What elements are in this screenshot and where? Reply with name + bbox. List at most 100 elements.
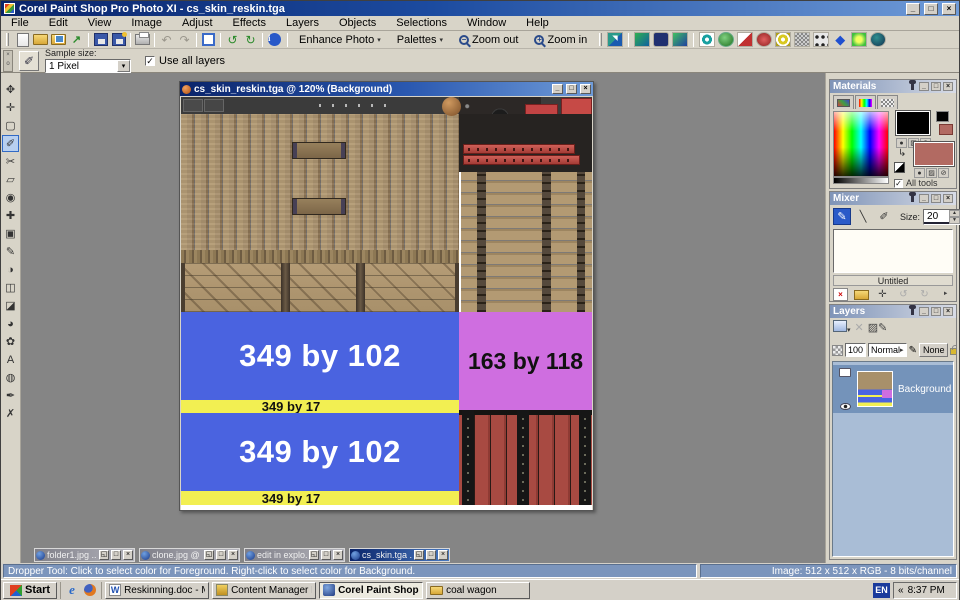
layer-thumbnail[interactable] [857, 371, 893, 407]
document-titlebar[interactable]: cs_skin_reskin.tga @ 120% (Background) _… [180, 82, 593, 96]
frame-button[interactable] [200, 32, 217, 48]
palette-minimize-button[interactable]: _ [919, 307, 929, 316]
mixer-undo-icon[interactable]: ↺ [896, 288, 911, 301]
pan-tool[interactable]: ✥ [2, 81, 19, 98]
move-tool[interactable]: ✛ [2, 99, 19, 116]
menu-selections[interactable]: Selections [386, 16, 457, 30]
minimized-window[interactable]: cs_skin.tga ...◱□× [349, 548, 450, 562]
minimized-window[interactable]: folder1.jpg ...◱□× [34, 548, 135, 562]
contrast-icon[interactable] [737, 32, 753, 47]
menu-file[interactable]: File [1, 16, 39, 30]
spinner-down-icon[interactable]: ▼ [949, 217, 960, 224]
app-titlebar[interactable]: Corel Paint Shop Pro Photo XI - cs_skin_… [1, 1, 959, 16]
target-icon[interactable] [775, 32, 791, 47]
doc-restore-button[interactable]: □ [566, 84, 577, 94]
maximize-button[interactable]: □ [321, 550, 331, 560]
mixer-new-page-icon[interactable]: × [833, 288, 848, 301]
mixer-dropper-tool[interactable]: ✐ [875, 208, 893, 225]
taskbar-task[interactable]: Content Manager Plus [212, 582, 316, 599]
foreground-mini-swatch[interactable] [936, 111, 949, 122]
toolbar-grip[interactable] [6, 33, 9, 46]
maximize-button[interactable]: □ [111, 550, 121, 560]
mixer-brush-tool[interactable]: ✎ [833, 208, 851, 225]
open-button[interactable] [32, 32, 49, 48]
palette-minimize-button[interactable]: _ [919, 194, 929, 203]
gem-icon[interactable]: ◆ [832, 32, 848, 47]
browse-button[interactable] [50, 32, 67, 48]
opacity-field[interactable]: 100 [845, 343, 866, 357]
start-button[interactable]: Start [3, 582, 57, 599]
language-indicator[interactable]: EN [873, 583, 890, 598]
info-button[interactable]: i [266, 32, 283, 48]
palette-close-button[interactable]: × [943, 82, 953, 91]
globe-icon[interactable] [718, 32, 734, 47]
layer-page-icon[interactable] [839, 368, 851, 377]
restore-button[interactable]: ◱ [204, 550, 214, 560]
restore-button[interactable]: □ [924, 3, 938, 15]
color-picker-rainbow[interactable] [833, 111, 889, 177]
menu-image[interactable]: Image [121, 16, 172, 30]
mixer-pan-icon[interactable]: ✛ [875, 288, 890, 301]
zoom-in-button[interactable]: + Zoom in [527, 32, 594, 48]
selection-tool[interactable]: ▢ [2, 117, 19, 134]
all-tools-checkbox[interactable] [894, 179, 903, 188]
use-all-layers-checkbox[interactable] [145, 56, 155, 66]
grayscale-ramp[interactable] [833, 177, 889, 184]
globe-dark-icon[interactable] [870, 32, 886, 47]
close-button[interactable]: × [438, 550, 448, 560]
dropper-tool[interactable]: ✐ [2, 135, 19, 152]
color-changer-tool[interactable]: ◑ [2, 261, 19, 278]
maximize-button[interactable]: □ [216, 550, 226, 560]
toolbar-grip[interactable] [599, 33, 602, 46]
palette-maximize-button[interactable]: □ [931, 194, 941, 203]
internet-explorer-icon[interactable]: e [65, 583, 79, 597]
doc-close-button[interactable]: × [580, 84, 591, 94]
restore-button[interactable]: ◱ [99, 550, 109, 560]
oil-brush-tool[interactable]: ✒ [2, 387, 19, 404]
art-eraser-tool[interactable]: ✗ [2, 405, 19, 422]
new-button[interactable] [14, 32, 31, 48]
save-button[interactable] [92, 32, 109, 48]
menu-effects[interactable]: Effects [223, 16, 276, 30]
scan-button[interactable]: ↗ [68, 32, 85, 48]
tab-rainbow[interactable] [855, 95, 876, 109]
tab-frame[interactable] [833, 95, 854, 109]
palette-minimize-button[interactable]: _ [919, 82, 929, 91]
palettes-button[interactable]: Palettes ▾ [390, 32, 450, 48]
spinner-up-icon[interactable]: ▲ [949, 210, 960, 217]
lips-icon[interactable] [756, 32, 772, 47]
minimized-window[interactable]: clone.jpg @ ...◱□× [139, 548, 240, 562]
pin-icon[interactable] [911, 308, 914, 315]
mixer-redo-icon[interactable]: ↻ [917, 288, 932, 301]
layers-list[interactable]: Background [832, 361, 954, 557]
rotate-left-button[interactable]: ↺ [224, 32, 241, 48]
pin-icon[interactable] [911, 83, 914, 90]
menu-help[interactable]: Help [516, 16, 559, 30]
dots-icon[interactable] [813, 32, 829, 47]
taskbar-task[interactable]: WReskinning.doc - Microso... [105, 582, 209, 599]
pick-tool[interactable]: ▱ [2, 171, 19, 188]
background-swatch[interactable] [914, 142, 954, 166]
restore-button[interactable]: ◱ [414, 550, 424, 560]
sample-size-select[interactable]: 1 Pixel ▾ [45, 59, 131, 73]
layer-row-background[interactable]: Background [833, 365, 953, 413]
doc-minimize-button[interactable]: _ [552, 84, 563, 94]
menu-layers[interactable]: Layers [276, 16, 329, 30]
tab-swatches[interactable] [877, 95, 898, 109]
transfer-arrow-icon[interactable]: ↳ [898, 148, 906, 159]
menu-view[interactable]: View [78, 16, 122, 30]
chevron-down-icon[interactable]: ▾ [117, 60, 130, 72]
swap-colors-icon[interactable] [894, 162, 905, 173]
rotate-right-button[interactable]: ↻ [242, 32, 259, 48]
save-as-button[interactable] [110, 32, 127, 48]
close-button[interactable]: × [942, 3, 956, 15]
crop-tool[interactable]: ✂ [2, 153, 19, 170]
mixer-open-icon[interactable] [854, 290, 869, 300]
flood-fill-tool[interactable]: ◕ [2, 315, 19, 332]
text-tool[interactable]: A [2, 351, 19, 368]
layers-titlebar[interactable]: Layers _ □ × [830, 305, 956, 318]
image-canvas[interactable]: 349 by 102 163 by 118 349 by 17 349 by 1… [181, 97, 592, 510]
tray-chevron-icon[interactable]: « [898, 585, 904, 596]
sun-icon[interactable] [851, 32, 867, 47]
smudge-tool[interactable]: ◍ [2, 369, 19, 386]
